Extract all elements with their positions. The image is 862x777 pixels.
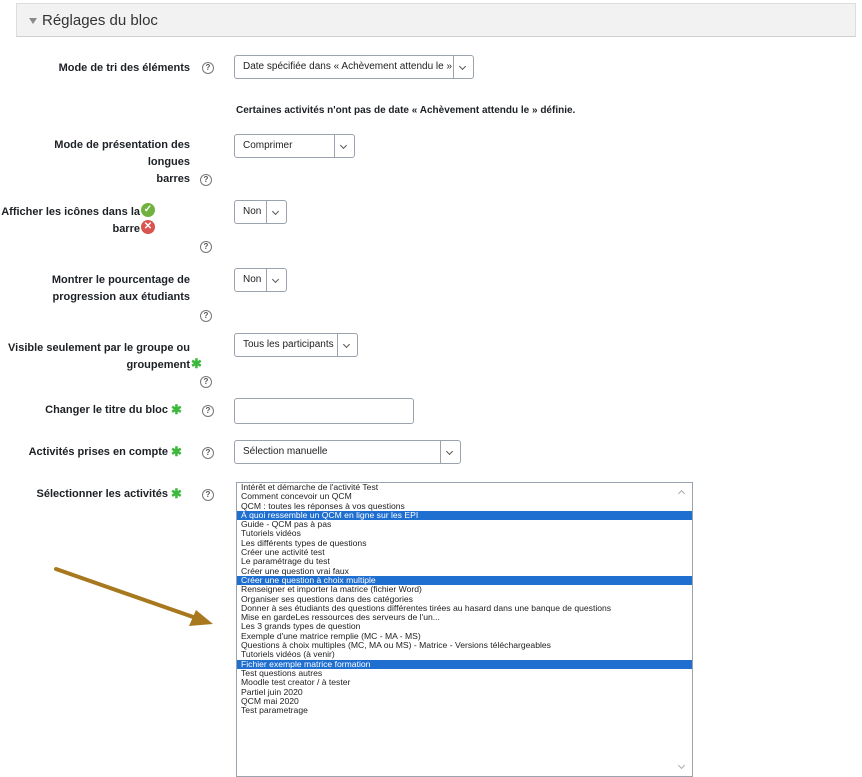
annotation-arrow-head: [189, 610, 213, 626]
annotation-arrow-shaft: [54, 567, 198, 620]
annotation-arrow: [54, 567, 213, 626]
